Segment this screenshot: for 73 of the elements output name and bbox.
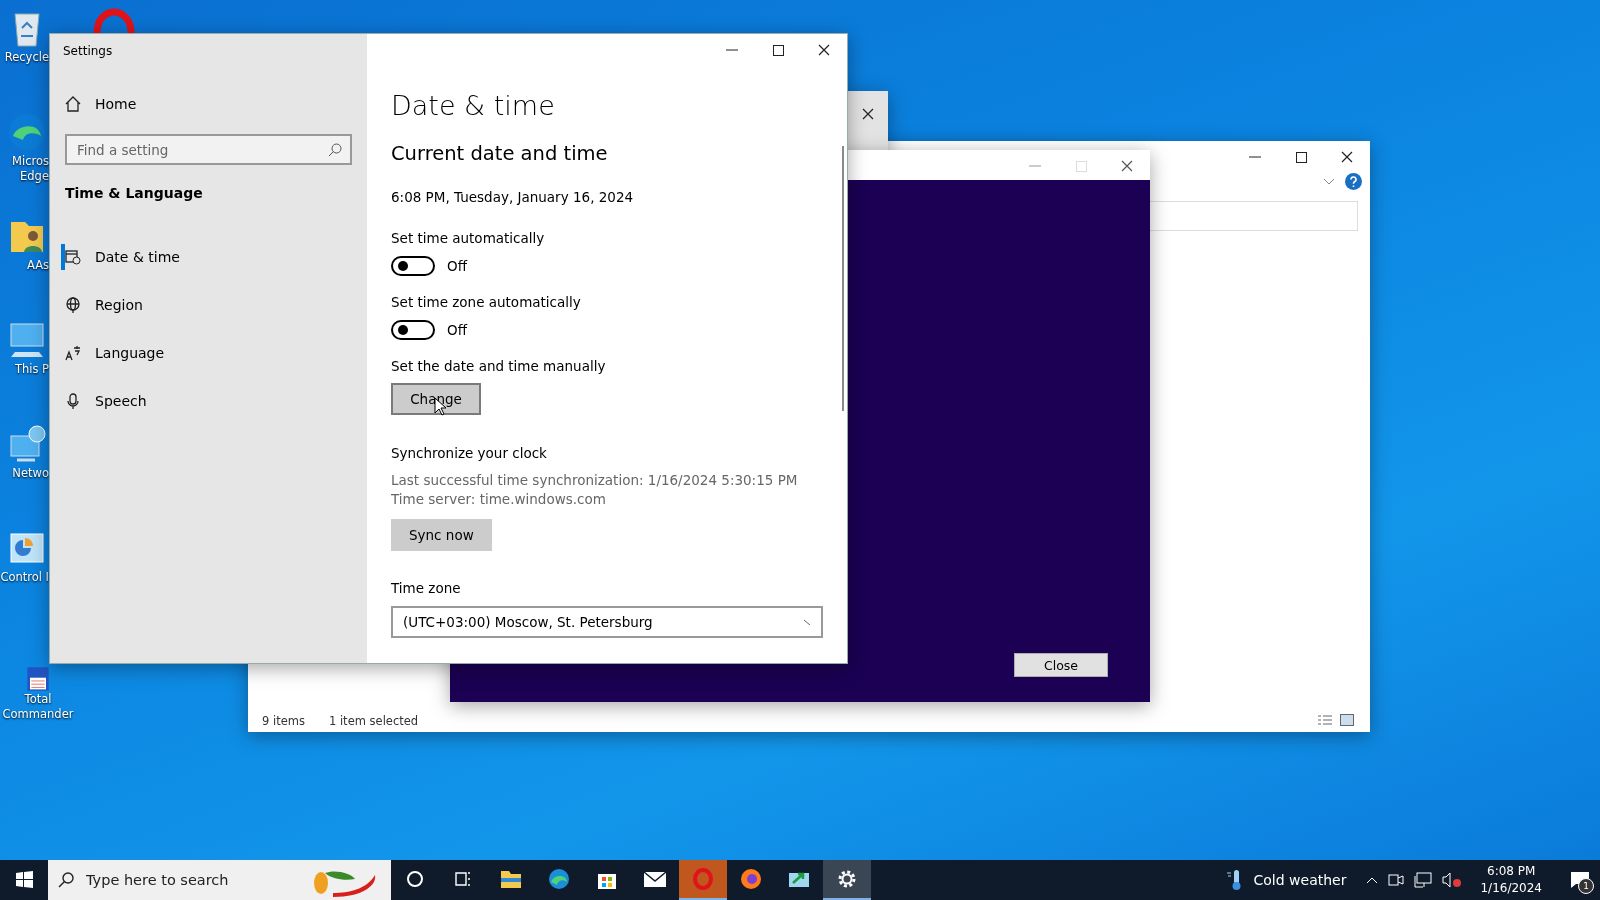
- nav-item[interactable]: Region: [65, 281, 352, 329]
- icon-label: AAs: [26, 258, 49, 273]
- notifications-button[interactable]: 1: [1560, 860, 1600, 900]
- settings-icon: [836, 868, 858, 890]
- taskbar-app[interactable]: [823, 860, 871, 900]
- window-title: Settings: [63, 44, 113, 58]
- home-icon: [65, 96, 81, 112]
- setting-label: Time zone: [391, 579, 461, 598]
- help-icon[interactable]: [1345, 173, 1362, 190]
- close-icon[interactable]: [862, 108, 874, 120]
- calendar-clock-icon: [65, 249, 81, 265]
- section-heading: Current date and time: [391, 142, 608, 165]
- close-icon[interactable]: [1341, 151, 1353, 163]
- windows-icon: [15, 870, 33, 888]
- fox-globe-icon: [740, 868, 762, 890]
- nav-item[interactable]: Language: [65, 329, 352, 377]
- change-button[interactable]: Change: [391, 383, 481, 415]
- icon-label: Control I: [0, 570, 49, 585]
- icon-label: Commander: [2, 707, 74, 722]
- speaker-muted-icon[interactable]: [1442, 872, 1463, 888]
- thumbnail-view-icon[interactable]: [1340, 714, 1354, 726]
- setting-label: Set the date and time manually: [391, 357, 606, 376]
- toggle-switch[interactable]: [391, 320, 435, 340]
- close-icon[interactable]: [1121, 160, 1133, 172]
- search-input[interactable]: Find a setting: [75, 140, 328, 159]
- toggle-state: Off: [447, 256, 467, 276]
- scrollbar[interactable]: [842, 146, 844, 411]
- toggle-switch[interactable]: [391, 256, 435, 276]
- maximize-icon[interactable]: [772, 44, 784, 56]
- icon-label: Edge: [20, 169, 49, 184]
- circle-icon: [406, 870, 424, 888]
- chevron-up-icon[interactable]: [1366, 876, 1379, 884]
- weather-text[interactable]: Cold weather: [1253, 872, 1347, 888]
- search-input[interactable]: Type here to search: [84, 871, 301, 889]
- icon-label: This P: [14, 362, 49, 377]
- globe-icon: [65, 297, 81, 313]
- folder-icon: [500, 869, 522, 889]
- status-text: 1 item selected: [328, 714, 419, 728]
- close-button[interactable]: Close: [1014, 653, 1108, 677]
- sync-info: Time server: time.windows.com: [391, 490, 606, 509]
- language-icon: [65, 345, 81, 361]
- setting-label: Set time automatically: [391, 229, 545, 248]
- edge-icon: [548, 868, 570, 890]
- task-view-icon: [454, 870, 472, 888]
- icon-label: Netwo: [12, 466, 49, 481]
- sync-info: Last successful time synchronization: 1/16/2024 5:30:15 PM: [391, 471, 798, 490]
- setting-label: Set time zone automatically: [391, 293, 581, 312]
- clock[interactable]: 6:08 PM 1/16/2024: [1472, 863, 1550, 897]
- page-title: Date & time: [391, 90, 555, 121]
- section-label: Synchronize your clock: [391, 444, 547, 463]
- status-text: 9 items: [262, 714, 305, 728]
- search-icon: [328, 142, 342, 157]
- time-zone-dropdown[interactable]: (UTC+03:00) Moscow, St. Petersburg: [391, 606, 823, 638]
- search-field[interactable]: Find a setting: [65, 134, 352, 165]
- toggle-state: Off: [447, 320, 467, 340]
- home-link[interactable]: Home: [65, 80, 352, 128]
- icon-label: Total: [24, 692, 52, 707]
- current-date-time: 6:08 PM, Tuesday, January 16, 2024: [391, 188, 634, 207]
- ring-icon: [692, 868, 714, 890]
- microphone-icon: [65, 393, 81, 409]
- nav-item[interactable]: Speech: [65, 377, 352, 425]
- category-heading: Time & Language: [65, 185, 204, 201]
- camera-icon[interactable]: [1388, 873, 1405, 887]
- icon-label: Micros: [12, 154, 49, 169]
- sync-now-button[interactable]: Sync now: [391, 519, 492, 551]
- nav-item[interactable]: Date & time: [65, 233, 352, 281]
- search-icon: [58, 872, 74, 888]
- icon-label: Recycle: [4, 50, 49, 65]
- taskbar-search-field[interactable]: Type here to search: [48, 860, 391, 900]
- maximize-icon[interactable]: [1295, 151, 1307, 163]
- close-icon[interactable]: [818, 44, 830, 56]
- network-icon[interactable]: [1414, 872, 1433, 888]
- mail-icon: [643, 870, 667, 888]
